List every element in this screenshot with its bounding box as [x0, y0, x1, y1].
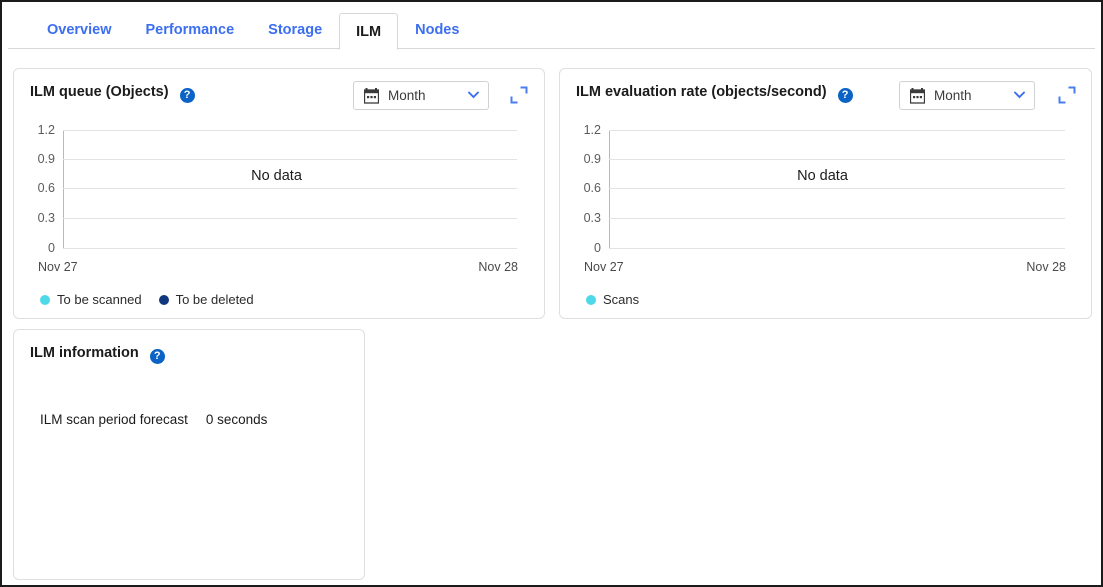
- ilm-scan-period-forecast-label: ILM scan period forecast: [40, 412, 188, 427]
- calendar-icon: [364, 88, 379, 104]
- period-dropdown-queue-value: Month: [388, 82, 426, 109]
- ilm-queue-plot-area: 1.2 0.9 0.6 0.3 0: [63, 130, 517, 249]
- legend-item-scans[interactable]: Scans: [586, 292, 639, 307]
- ilm-information-title: ILM information ?: [30, 345, 165, 364]
- ilm-evaluation-rate-x-axis-labels: Nov 27 Nov 28: [584, 260, 1066, 274]
- ilm-queue-title: ILM queue (Objects) ?: [30, 84, 195, 103]
- ilm-scan-period-forecast-value: 0 seconds: [206, 412, 268, 427]
- tab-bar: Overview Performance Storage ILM Nodes: [2, 2, 1101, 49]
- y-tick-label: 1.2: [38, 123, 55, 137]
- ilm-queue-x-axis-labels: Nov 27 Nov 28: [38, 260, 518, 274]
- ilm-queue-legend: To be scanned To be deleted: [40, 292, 254, 307]
- help-icon[interactable]: ?: [838, 88, 853, 103]
- y-tick-label: 0.3: [584, 211, 601, 225]
- ilm-dashboard-page: Overview Performance Storage ILM Nodes I…: [0, 0, 1103, 587]
- y-tick-label: 0.9: [38, 152, 55, 166]
- ilm-information-card-header: ILM information ?: [14, 330, 364, 381]
- tab-storage[interactable]: Storage: [251, 12, 339, 49]
- y-tick-label: 0.3: [38, 211, 55, 225]
- y-tick-label: 0: [594, 241, 601, 255]
- y-tick-label: 1.2: [584, 123, 601, 137]
- gridline: [609, 188, 1065, 189]
- ilm-queue-no-data-message: No data: [14, 168, 544, 184]
- x-tick-label-end: Nov 28: [478, 260, 518, 274]
- chevron-down-icon: [1014, 91, 1025, 99]
- expand-icon[interactable]: [1057, 85, 1077, 105]
- ilm-evaluation-rate-card-header: ILM evaluation rate (objects/second) ? M…: [560, 69, 1091, 120]
- legend-label: To be deleted: [176, 292, 254, 307]
- period-dropdown-queue[interactable]: Month: [353, 81, 489, 110]
- y-tick-label: 0.9: [584, 152, 601, 166]
- legend-item-to-be-deleted[interactable]: To be deleted: [159, 292, 254, 307]
- tab-list: Overview Performance Storage ILM Nodes: [30, 12, 476, 49]
- ilm-scan-period-forecast-row: ILM scan period forecast 0 seconds: [40, 412, 267, 427]
- tab-ilm-label: ILM: [356, 24, 381, 40]
- gridline: [609, 248, 1065, 249]
- tab-nodes-label: Nodes: [415, 22, 459, 38]
- y-axis-line: [63, 130, 64, 249]
- gridline: [63, 130, 517, 131]
- ilm-information-card: ILM information ? ILM scan period foreca…: [13, 329, 365, 580]
- legend-label: To be scanned: [57, 292, 142, 307]
- ilm-evaluation-rate-chart: 1.2 0.9 0.6 0.3 0 No data Nov 27 Nov 28 …: [560, 120, 1091, 320]
- tab-storage-label: Storage: [268, 22, 322, 38]
- tab-performance-label: Performance: [146, 22, 235, 38]
- period-dropdown-rate[interactable]: Month: [899, 81, 1035, 110]
- ilm-evaluation-rate-title: ILM evaluation rate (objects/second) ?: [576, 84, 853, 103]
- x-tick-label-start: Nov 27: [584, 260, 624, 274]
- expand-icon[interactable]: [509, 85, 529, 105]
- ilm-evaluation-rate-no-data-message: No data: [560, 168, 1091, 184]
- legend-color-dot: [586, 295, 596, 305]
- y-tick-label: 0: [48, 241, 55, 255]
- legend-color-dot: [40, 295, 50, 305]
- ilm-information-title-text: ILM information: [30, 345, 139, 361]
- legend-label: Scans: [603, 292, 639, 307]
- legend-color-dot: [159, 295, 169, 305]
- help-icon[interactable]: ?: [150, 349, 165, 364]
- tab-overview-label: Overview: [47, 22, 112, 38]
- help-icon[interactable]: ?: [180, 88, 195, 103]
- tab-ilm[interactable]: ILM: [339, 13, 398, 50]
- chevron-down-icon: [468, 91, 479, 99]
- x-tick-label-start: Nov 27: [38, 260, 78, 274]
- gridline: [609, 218, 1065, 219]
- ilm-evaluation-rate-legend: Scans: [586, 292, 639, 307]
- period-dropdown-rate-value: Month: [934, 82, 972, 109]
- gridline: [63, 188, 517, 189]
- y-axis-line: [609, 130, 610, 249]
- ilm-queue-title-text: ILM queue (Objects): [30, 84, 169, 100]
- tab-overview[interactable]: Overview: [30, 12, 129, 49]
- calendar-icon: [910, 88, 925, 104]
- gridline: [609, 159, 1065, 160]
- ilm-queue-card: ILM queue (Objects) ? Month: [13, 68, 545, 319]
- ilm-queue-card-header: ILM queue (Objects) ? Month: [14, 69, 544, 120]
- legend-item-to-be-scanned[interactable]: To be scanned: [40, 292, 142, 307]
- gridline: [63, 218, 517, 219]
- gridline: [609, 130, 1065, 131]
- gridline: [63, 159, 517, 160]
- tab-performance[interactable]: Performance: [129, 12, 252, 49]
- x-tick-label-end: Nov 28: [1026, 260, 1066, 274]
- ilm-evaluation-rate-card: ILM evaluation rate (objects/second) ? M…: [559, 68, 1092, 319]
- ilm-evaluation-rate-plot-area: 1.2 0.9 0.6 0.3 0: [609, 130, 1065, 249]
- ilm-queue-chart: 1.2 0.9 0.6 0.3 0 No data Nov 27 Nov 28 …: [14, 120, 544, 320]
- ilm-evaluation-rate-title-text: ILM evaluation rate (objects/second): [576, 84, 827, 100]
- gridline: [63, 248, 517, 249]
- tab-nodes[interactable]: Nodes: [398, 12, 476, 49]
